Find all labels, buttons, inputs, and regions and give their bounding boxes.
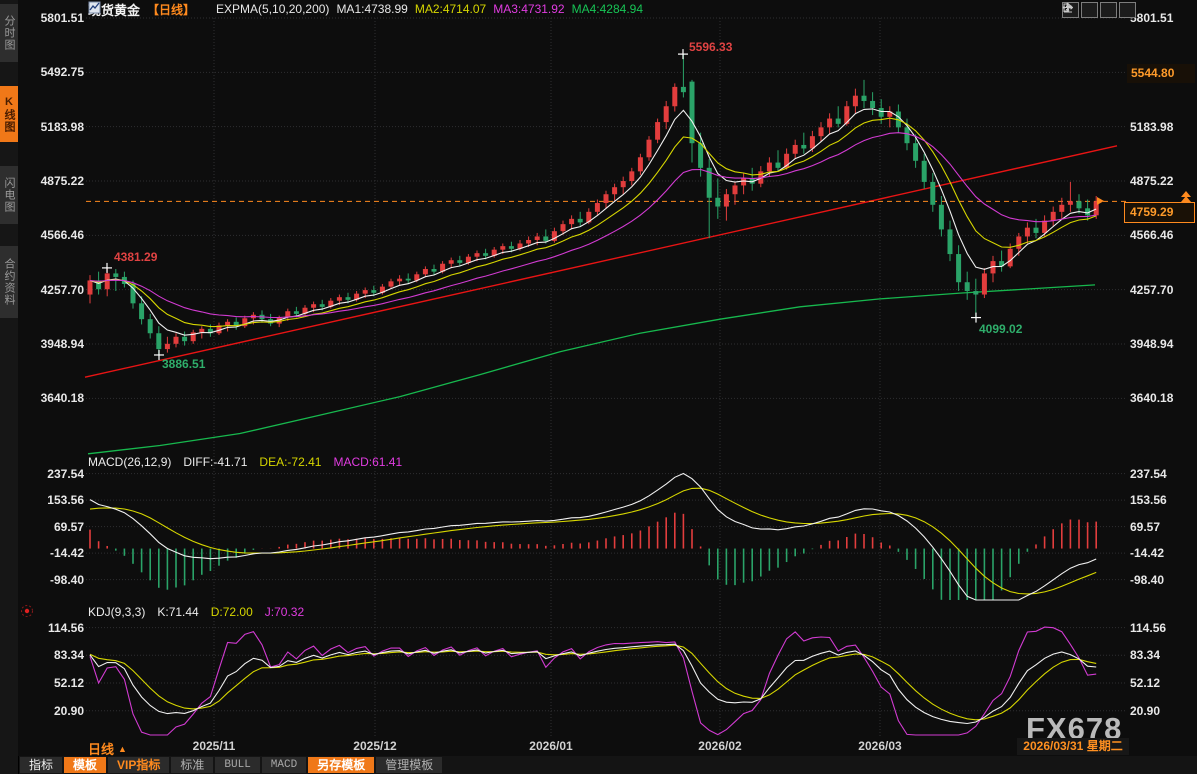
- axis-tick-label: 114.56: [47, 620, 84, 635]
- macd-diff-value: DIFF:-41.71: [183, 455, 248, 469]
- period-tag[interactable]: 【日线】: [147, 1, 195, 18]
- axis-tick-label: 4875.22: [1130, 173, 1174, 188]
- axis-tick-label: 5183.98: [40, 119, 84, 134]
- axis-tick-label: 52.12: [53, 676, 84, 690]
- sidebar-item-timeshare[interactable]: 分时图: [0, 4, 18, 62]
- button-macd[interactable]: MACD: [261, 757, 307, 773]
- macd-macd-value: MACD:61.41: [333, 455, 403, 469]
- kdj-k-value: K:71.44: [157, 605, 199, 619]
- x-axis-month-label: 2026/02: [698, 739, 742, 753]
- up-triangle-icon: ▲: [118, 744, 127, 754]
- annotation-peak: 5596.33: [689, 40, 733, 54]
- axis-tick-label: 5801.51: [40, 11, 84, 25]
- axis-tick-label: 52.12: [1130, 676, 1161, 690]
- axis-tick-label: 153.56: [1130, 493, 1167, 508]
- axis-tick-label: 3948.94: [40, 336, 84, 351]
- axis-tick-label: -98.40: [49, 572, 84, 587]
- ma2-value: MA2:4714.07: [414, 2, 487, 16]
- axis-tick-label: 20.90: [53, 703, 84, 718]
- button-manage-templates[interactable]: 管理模板: [376, 757, 443, 773]
- current-date-label: 2026/03/31 星期二: [1017, 738, 1129, 755]
- axis-tick-label: 4257.70: [1130, 282, 1174, 297]
- x-axis-month-label: 2026/01: [529, 739, 573, 753]
- chart-header: 现货黄金 【日线】 EXPMA(5,10,20,200) MA1:4738.99…: [88, 1, 643, 18]
- kdj-panel-header: KDJ(9,3,3) K:71.44 D:72.00 J:70.32: [88, 605, 304, 619]
- axis-tick-label: -98.40: [1130, 572, 1165, 587]
- annotation-swing-low: 3886.51: [162, 357, 206, 371]
- app-window: 5801.515801.515492.755492.755183.985183.…: [0, 0, 1197, 774]
- left-sidebar: 分时图 K线图 闪电图 合约资料: [0, 0, 18, 774]
- button-standard[interactable]: 标准: [171, 757, 214, 773]
- chart-tools: [1062, 2, 1136, 18]
- axis-tick-label: 4566.46: [1130, 228, 1174, 243]
- annotation-trough: 4099.02: [979, 322, 1023, 336]
- kdj-d-value: D:72.00: [210, 605, 253, 619]
- axis-tick-label: 4257.70: [40, 282, 84, 297]
- axis-tick-label: 5801.51: [1130, 11, 1174, 25]
- axis-tick-label: -14.42: [49, 546, 84, 561]
- axis-tick-label: 5492.75: [40, 65, 84, 80]
- kdj-j-value: J:70.32: [264, 605, 305, 619]
- axis-tick-label: 3640.18: [1130, 391, 1174, 406]
- last-price-label: 4759.29: [1124, 202, 1195, 223]
- fit-y-axis-icon[interactable]: [1063, 2, 1098, 18]
- session-high-label: 5544.80: [1127, 64, 1195, 83]
- x-axis-month-label: 2025/12: [353, 739, 397, 753]
- fit-x-axis-icon[interactable]: [1063, 2, 1117, 18]
- axis-tick-label: 3640.18: [40, 391, 84, 406]
- annotation-swing-high: 4381.29: [114, 250, 158, 264]
- x-axis-month-label: 2025/11: [192, 739, 236, 753]
- axis-tick-label: 3948.94: [1130, 336, 1174, 351]
- button-save-template[interactable]: 另存模板: [308, 757, 375, 773]
- ma4-value: MA4:4284.94: [571, 2, 643, 16]
- axis-tick-label: 4566.46: [40, 228, 84, 243]
- axis-tick-label: 69.57: [53, 519, 84, 534]
- axis-tick-label: 20.90: [1130, 703, 1161, 718]
- kdj-title: KDJ(9,3,3): [88, 605, 146, 619]
- axis-tick-label: 237.54: [47, 466, 84, 481]
- button-indicators[interactable]: 指标: [20, 757, 63, 773]
- sidebar-item-contract-info[interactable]: 合约资料: [0, 246, 18, 318]
- bottom-toolbar: 指标 模板 VIP指标 标准 BULL MACD 另存模板 管理模板: [0, 756, 1197, 774]
- expma-label: EXPMA(5,10,20,200): [216, 2, 330, 16]
- sidebar-item-lightning[interactable]: 闪电图: [0, 166, 18, 224]
- sidebar-item-kline[interactable]: K线图: [0, 86, 18, 142]
- macd-title: MACD(26,12,9): [88, 455, 172, 469]
- axis-tick-label: 5183.98: [1130, 119, 1174, 134]
- pan-right-icon[interactable]: [1063, 2, 1136, 18]
- axis-tick-label: 237.54: [1130, 466, 1167, 481]
- ma1-value: MA1:4738.99: [336, 2, 408, 16]
- axis-tick-label: 83.34: [53, 648, 84, 663]
- ma3-value: MA3:4731.92: [493, 2, 565, 16]
- axis-tick-label: 4875.22: [40, 173, 84, 188]
- button-vip-indicators[interactable]: VIP指标: [108, 757, 170, 773]
- axis-tick-label: 114.56: [1130, 620, 1167, 635]
- macd-panel-header: MACD(26,12,9) DIFF:-41.71 DEA:-72.41 MAC…: [88, 455, 402, 469]
- axis-tick-label: -14.42: [1130, 546, 1165, 561]
- x-axis-month-label: 2026/03: [858, 739, 902, 753]
- period-text: 日线: [88, 742, 115, 757]
- button-templates[interactable]: 模板: [64, 757, 107, 773]
- axis-tick-label: 153.56: [47, 493, 84, 508]
- axis-tick-label: 69.57: [1130, 519, 1161, 534]
- button-bull[interactable]: BULL: [215, 757, 260, 773]
- axis-tick-label: 83.34: [1130, 648, 1161, 663]
- macd-dea-value: DEA:-72.41: [259, 455, 322, 469]
